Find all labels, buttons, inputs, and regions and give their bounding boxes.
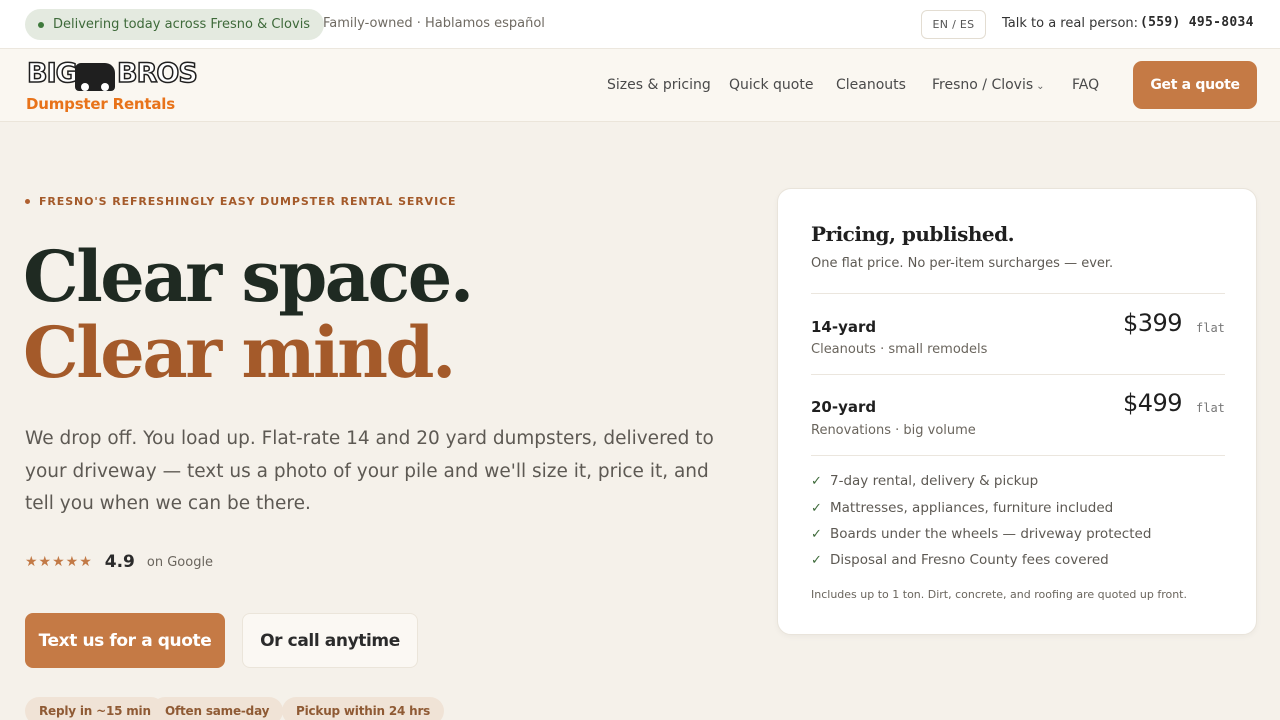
- pricing-subtitle: One flat price. No per-item surcharges —…: [811, 256, 1114, 271]
- language-toggle[interactable]: EN / ES: [921, 10, 986, 39]
- top-bar: Delivering today across Fresno & Clovis …: [0, 0, 1280, 49]
- call-anytime-button[interactable]: Or call anytime: [242, 613, 418, 668]
- top-tagline: Family-owned · Hablamos español: [323, 16, 545, 31]
- chip-same-day: Often same-day: [151, 697, 284, 720]
- nav-faq[interactable]: FAQ: [1072, 77, 1099, 93]
- tier-14-price: $399: [1123, 309, 1183, 337]
- headline-line-2: Clear mind.: [23, 311, 456, 394]
- logo-word-big: BIG: [26, 57, 78, 90]
- feature-text: Boards under the wheels — driveway prote…: [830, 526, 1152, 542]
- pricing-card: Pricing, published. One flat price. No p…: [777, 188, 1257, 635]
- delivery-status-text: Delivering today across Fresno & Clovis: [53, 17, 311, 32]
- star-rating-icon: ★★★★★: [25, 554, 93, 570]
- divider: [811, 374, 1225, 375]
- tier-14-desc: Cleanouts · small remodels: [811, 342, 988, 357]
- get-quote-button[interactable]: Get a quote: [1133, 61, 1257, 109]
- google-rating: ★★★★★ 4.9 on Google: [25, 552, 213, 572]
- eyebrow-text: FRESNO'S REFRESHINGLY EASY DUMPSTER RENT…: [39, 195, 457, 208]
- tier-14-name: 14-yard: [811, 318, 877, 336]
- nav-sizes-pricing[interactable]: Sizes & pricing: [607, 77, 711, 93]
- divider: [811, 293, 1225, 294]
- talk-label: Talk to a real person:: [1002, 16, 1139, 31]
- check-icon: ✓: [811, 473, 822, 489]
- text-quote-button[interactable]: Text us for a quote: [25, 613, 225, 668]
- check-icon: ✓: [811, 552, 822, 568]
- main-nav: BIG BROS Dumpster Rentals Sizes & pricin…: [0, 49, 1280, 122]
- logo[interactable]: BIG BROS Dumpster Rentals: [25, 57, 199, 117]
- nav-cleanouts[interactable]: Cleanouts: [836, 77, 906, 93]
- rating-value: 4.9: [104, 552, 135, 572]
- eyebrow-dot-icon: [25, 199, 30, 204]
- logo-subtitle: Dumpster Rentals: [26, 95, 175, 113]
- feature-item: ✓ Disposal and Fresno County fees covered: [811, 552, 1109, 568]
- hero-eyebrow: FRESNO'S REFRESHINGLY EASY DUMPSTER RENT…: [25, 195, 456, 208]
- delivery-status-pill: Delivering today across Fresno & Clovis: [25, 9, 325, 40]
- feature-item: ✓ 7-day rental, delivery & pickup: [811, 473, 1038, 489]
- rating-source: on Google: [146, 554, 214, 570]
- tier-20-name: 20-yard: [811, 398, 877, 416]
- tier-20-price: $499: [1123, 389, 1183, 417]
- tier-14-unit: flat: [1196, 321, 1225, 335]
- hero-lede: We drop off. You load up. Flat-rate 14 a…: [25, 428, 714, 514]
- truck-icon: [75, 63, 115, 91]
- nav-quick-quote[interactable]: Quick quote: [729, 77, 813, 93]
- tier-20-desc: Renovations · big volume: [811, 423, 976, 438]
- headline-line-1: Clear space.: [23, 235, 474, 318]
- phone-link[interactable]: (559) 495-8034: [1140, 15, 1254, 30]
- feature-text: 7-day rental, delivery & pickup: [830, 473, 1039, 489]
- status-dot-icon: [38, 21, 44, 28]
- feature-item: ✓ Mattresses, appliances, furniture inclu…: [811, 500, 1113, 516]
- check-icon: ✓: [811, 500, 822, 516]
- pricing-title: Pricing, published.: [811, 222, 1015, 246]
- check-icon: ✓: [811, 526, 822, 542]
- chip-reply-time: Reply in ~15 min: [25, 697, 165, 720]
- pricing-note: Includes up to 1 ton. Dirt, concrete, an…: [811, 588, 1187, 601]
- tier-20-unit: flat: [1196, 401, 1225, 415]
- nav-fresno-clovis[interactable]: Fresno / Clovis ⌄: [932, 77, 1045, 93]
- hero-headline: Clear space. Clear mind.: [23, 235, 474, 394]
- feature-text: Mattresses, appliances, furniture includ…: [830, 500, 1114, 516]
- feature-item: ✓ Boards under the wheels — driveway prot…: [811, 526, 1151, 542]
- nav-fresno-clovis-label: Fresno / Clovis: [932, 77, 1034, 93]
- chevron-down-icon: ⌄: [1036, 81, 1045, 92]
- divider: [811, 455, 1225, 456]
- chip-pickup: Pickup within 24 hrs: [282, 697, 445, 720]
- logo-word-bros: BROS: [116, 57, 198, 90]
- feature-text: Disposal and Fresno County fees covered: [830, 552, 1109, 568]
